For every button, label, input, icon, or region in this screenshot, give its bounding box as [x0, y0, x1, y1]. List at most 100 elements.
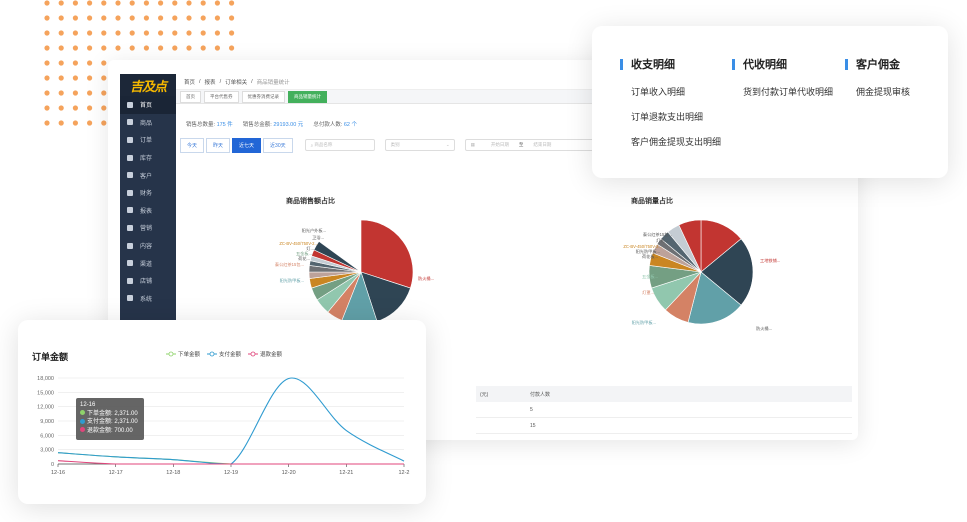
pie-chart-sales-volume: 工地铁铺... 防火桶... 阳光防甲板... 灯罩... 五金板... 泰公红茶15包.…	[623, 219, 780, 332]
sidebar-item[interactable]: 财务	[120, 184, 176, 202]
y-tick-label: 6,000	[40, 433, 54, 439]
stat-buyers: 总付款人数: 62 个	[313, 122, 358, 128]
breadcrumb-sep: /	[251, 78, 253, 85]
sidebar-item[interactable]: 营销	[120, 219, 176, 237]
dot	[115, 30, 121, 36]
menu-item[interactable]: 订单退款支出明细	[631, 111, 721, 136]
menu-item[interactable]: 佣金提现审核	[856, 86, 910, 111]
dot	[101, 15, 107, 21]
dot	[44, 15, 50, 21]
x-tick-label: 12-17	[109, 470, 123, 476]
cart-icon	[127, 119, 133, 126]
y-tick-label: 15,000	[37, 390, 54, 396]
tab[interactable]: 首页	[180, 90, 201, 103]
sidebar-item[interactable]: 订单	[120, 131, 176, 149]
menu-item[interactable]: 货到付款订单代收明细	[743, 86, 833, 111]
dot	[101, 30, 107, 36]
legend-label[interactable]: 下单金额	[178, 350, 201, 358]
dot	[72, 15, 78, 21]
legend-marker	[168, 351, 174, 357]
breadcrumb-sep: /	[199, 78, 201, 85]
pie-label: 灯光...	[656, 237, 668, 244]
date-filter-button[interactable]: 近七天	[232, 137, 262, 153]
finance-menu-card: 收支明细 订单收入明细 订单退款支出明细 客户佣金提现支出明细 代收明细 货到付…	[592, 26, 948, 178]
breadcrumb-item[interactable]: 订单相关	[225, 78, 247, 86]
tab[interactable]: 平台代售券	[204, 90, 239, 103]
dot	[214, 15, 220, 21]
sidebar-item[interactable]: 系统	[120, 290, 176, 308]
menu-column-income: 收支明细 订单收入明细 订单退款支出明细 客户佣金提现支出明细	[620, 56, 721, 161]
pie-label: 泰公红茶15包...	[643, 231, 672, 237]
dot	[58, 120, 64, 126]
date-range-input[interactable]: ▦ 开始日期 至 结束日期	[464, 139, 611, 151]
breadcrumb-item[interactable]: 报表	[205, 78, 216, 86]
sidebar-item[interactable]: 报表	[120, 202, 176, 220]
legend-marker	[209, 351, 215, 357]
data-table: (元) 付款人数 5 15	[476, 386, 852, 434]
dot	[44, 120, 50, 126]
menu-column-collection: 代收明细 货到付款订单代收明细	[732, 56, 833, 111]
dot	[172, 45, 178, 51]
user-icon	[127, 172, 133, 179]
menu-column-commission: 客户佣金 佣金提现审核	[845, 56, 910, 111]
dot	[229, 30, 235, 36]
dot	[72, 120, 78, 126]
y-tick-label: 0	[51, 462, 54, 468]
dot	[129, 15, 135, 21]
sidebar-item[interactable]: 渠道	[120, 254, 176, 272]
dot	[72, 0, 78, 6]
menu-item[interactable]: 客户佣金提现支出明细	[631, 136, 721, 161]
dot	[72, 45, 78, 51]
series-line[interactable]	[57, 452, 404, 465]
pie-label: 卫浴...	[312, 234, 324, 241]
x-tick-label: 12-21	[339, 470, 353, 476]
dot	[44, 105, 50, 111]
chart-tooltip: 12-16 下单金额: 2,371.00 支付金额: 2,371.00 退款金额…	[76, 398, 144, 440]
dot	[101, 75, 107, 81]
dot	[229, 15, 235, 21]
table-header: (元) 付款人数	[476, 386, 852, 402]
dot	[87, 75, 93, 81]
breadcrumb-item[interactable]: 首页	[184, 78, 195, 86]
dot	[143, 0, 149, 6]
dot	[58, 75, 64, 81]
dot	[87, 90, 93, 96]
date-filter-button[interactable]: 昨天	[206, 137, 231, 153]
dot	[143, 30, 149, 36]
legend-label[interactable]: 退款金额	[260, 350, 283, 358]
menu-heading: 代收明细	[743, 59, 787, 71]
dot	[143, 45, 149, 51]
pie-label: 荷花板...	[642, 253, 658, 260]
dot	[158, 30, 164, 36]
sidebar-item[interactable]: 库存	[120, 149, 176, 167]
tab[interactable]: 商品销量统计	[288, 90, 327, 103]
dot	[101, 60, 107, 66]
dot	[158, 45, 164, 51]
y-tick-label: 3,000	[40, 448, 54, 454]
y-tick-label: 18,000	[37, 376, 54, 382]
dot	[44, 30, 50, 36]
sidebar-item[interactable]: 内容	[120, 237, 176, 255]
stat-qty: 销售总数量: 175 件	[186, 122, 233, 128]
pie-label: 阳光户外板...	[302, 227, 326, 234]
tab[interactable]: 优惠券消费记录	[241, 90, 285, 103]
series-line[interactable]	[57, 460, 404, 465]
dot	[72, 30, 78, 36]
sidebar-item[interactable]: 店铺	[120, 272, 176, 290]
order-amount-card: 订单金额 0 3,000 6,000 9,000 12,000 15,000 18,000 1…	[18, 320, 426, 504]
sidebar-item[interactable]: 商品	[120, 114, 176, 132]
dot	[44, 0, 50, 6]
product-search-input[interactable]: ⌕ 商品名称	[304, 139, 375, 151]
dot	[101, 0, 107, 6]
x-tick-label: 12-16	[51, 470, 65, 476]
dot	[158, 15, 164, 21]
date-filter-button[interactable]: 今天	[180, 137, 205, 153]
legend-label[interactable]: 支付金额	[219, 350, 242, 358]
pie-chart-sales-amount: 防火桶...工地铁铺...阳光防甲板...阳光户外板...卫浴...ZC-BV-…	[275, 219, 434, 332]
date-filter-button[interactable]: 近30天	[263, 137, 293, 153]
sidebar-item[interactable]: 首页	[120, 96, 176, 114]
dot	[87, 45, 93, 51]
sidebar-item[interactable]: 客户	[120, 166, 176, 184]
category-select[interactable]: 类别 ⌄	[384, 139, 455, 151]
menu-item[interactable]: 订单收入明细	[631, 86, 721, 111]
